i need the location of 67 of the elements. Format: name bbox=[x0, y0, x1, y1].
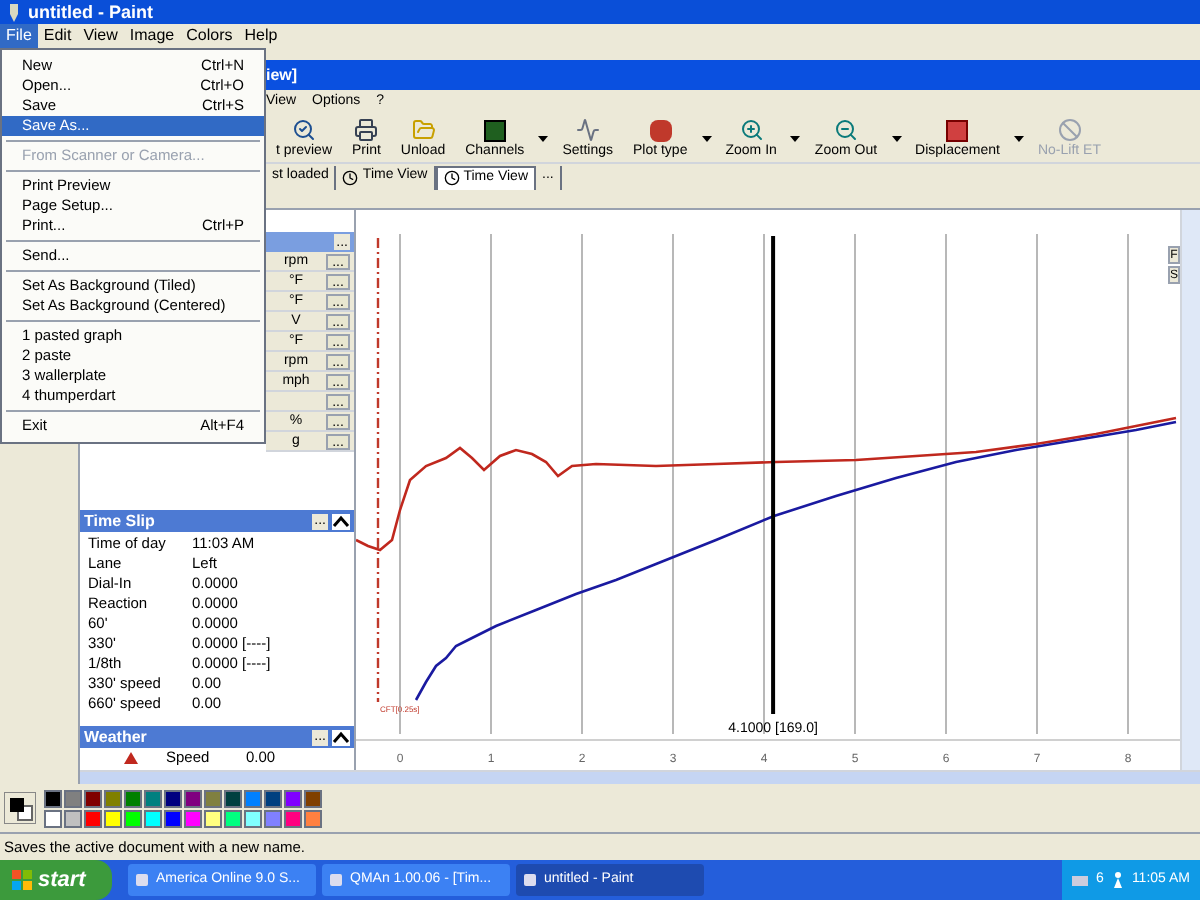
caret-icon[interactable] bbox=[538, 135, 549, 141]
start-button[interactable]: start bbox=[0, 860, 112, 900]
color-swatch[interactable] bbox=[64, 809, 82, 827]
marker-icon bbox=[124, 752, 138, 764]
app-title: iew] bbox=[266, 63, 298, 87]
color-swatch[interactable] bbox=[124, 789, 142, 807]
color-swatch[interactable] bbox=[64, 789, 82, 807]
color-swatch[interactable] bbox=[244, 809, 262, 827]
color-swatch[interactable] bbox=[184, 789, 202, 807]
color-swatch[interactable] bbox=[44, 789, 62, 807]
color-swatch[interactable] bbox=[244, 789, 262, 807]
color-swatch[interactable] bbox=[224, 789, 242, 807]
color-swatch[interactable] bbox=[204, 809, 222, 827]
app-icon bbox=[134, 872, 150, 888]
color-swatch[interactable] bbox=[284, 809, 302, 827]
color-swatch[interactable] bbox=[84, 789, 102, 807]
menu-item[interactable]: Edit bbox=[37, 24, 78, 48]
color-swatch[interactable] bbox=[304, 789, 322, 807]
window-title: untitled - Paint bbox=[28, 3, 153, 21]
caret-icon[interactable] bbox=[790, 135, 801, 141]
panel-title: Time Slip bbox=[84, 513, 157, 529]
menu-item[interactable]: File bbox=[0, 24, 38, 48]
zoom-out-icon bbox=[833, 118, 858, 142]
color-swatch[interactable] bbox=[184, 809, 202, 827]
color-swatch[interactable] bbox=[204, 789, 222, 807]
color-swatch[interactable] bbox=[164, 809, 182, 827]
zoom-in-icon bbox=[739, 118, 764, 142]
channels-icon bbox=[483, 119, 506, 141]
caret-icon[interactable] bbox=[891, 135, 902, 141]
scrollbar[interactable] bbox=[80, 770, 1200, 784]
color-swatch[interactable] bbox=[144, 809, 162, 827]
caret-icon[interactable] bbox=[1013, 135, 1024, 141]
windows-logo-icon bbox=[12, 870, 32, 890]
no-lift-icon bbox=[1057, 118, 1082, 142]
displacement-icon bbox=[946, 119, 969, 141]
printer-icon bbox=[354, 118, 379, 142]
caret-icon[interactable] bbox=[701, 135, 712, 141]
color-swatch[interactable] bbox=[124, 809, 142, 827]
panel-title: Weather bbox=[84, 729, 149, 745]
color-swatch[interactable] bbox=[164, 789, 182, 807]
color-swatch[interactable] bbox=[224, 809, 242, 827]
color-swatch[interactable] bbox=[284, 789, 302, 807]
color-swatch[interactable] bbox=[264, 809, 282, 827]
app-icon bbox=[522, 872, 538, 888]
menu-item[interactable]: Colors bbox=[180, 24, 239, 48]
folder-icon bbox=[411, 118, 436, 142]
color-swatch[interactable] bbox=[144, 789, 162, 807]
scrollbar[interactable] bbox=[1180, 210, 1200, 770]
color-swatch[interactable] bbox=[104, 809, 122, 827]
color-swatch[interactable] bbox=[84, 809, 102, 827]
plot-icon bbox=[649, 119, 672, 141]
paint-icon bbox=[6, 3, 22, 21]
wave-icon bbox=[575, 118, 600, 142]
preview-icon bbox=[292, 118, 316, 142]
cursor-line[interactable] bbox=[771, 236, 776, 714]
menu-item[interactable]: Help bbox=[238, 24, 284, 48]
app-icon bbox=[328, 872, 344, 888]
color-swatch[interactable] bbox=[264, 789, 282, 807]
menu-item[interactable]: Image bbox=[123, 24, 181, 48]
color-swatch[interactable] bbox=[44, 809, 62, 827]
network-icon bbox=[1072, 873, 1089, 887]
color-swatch[interactable] bbox=[104, 789, 122, 807]
menu-item[interactable]: View bbox=[77, 24, 124, 48]
collapse-icon[interactable] bbox=[332, 729, 350, 745]
figure-icon bbox=[1111, 872, 1124, 888]
color-swatch[interactable] bbox=[304, 809, 322, 827]
collapse-icon[interactable] bbox=[332, 513, 350, 529]
